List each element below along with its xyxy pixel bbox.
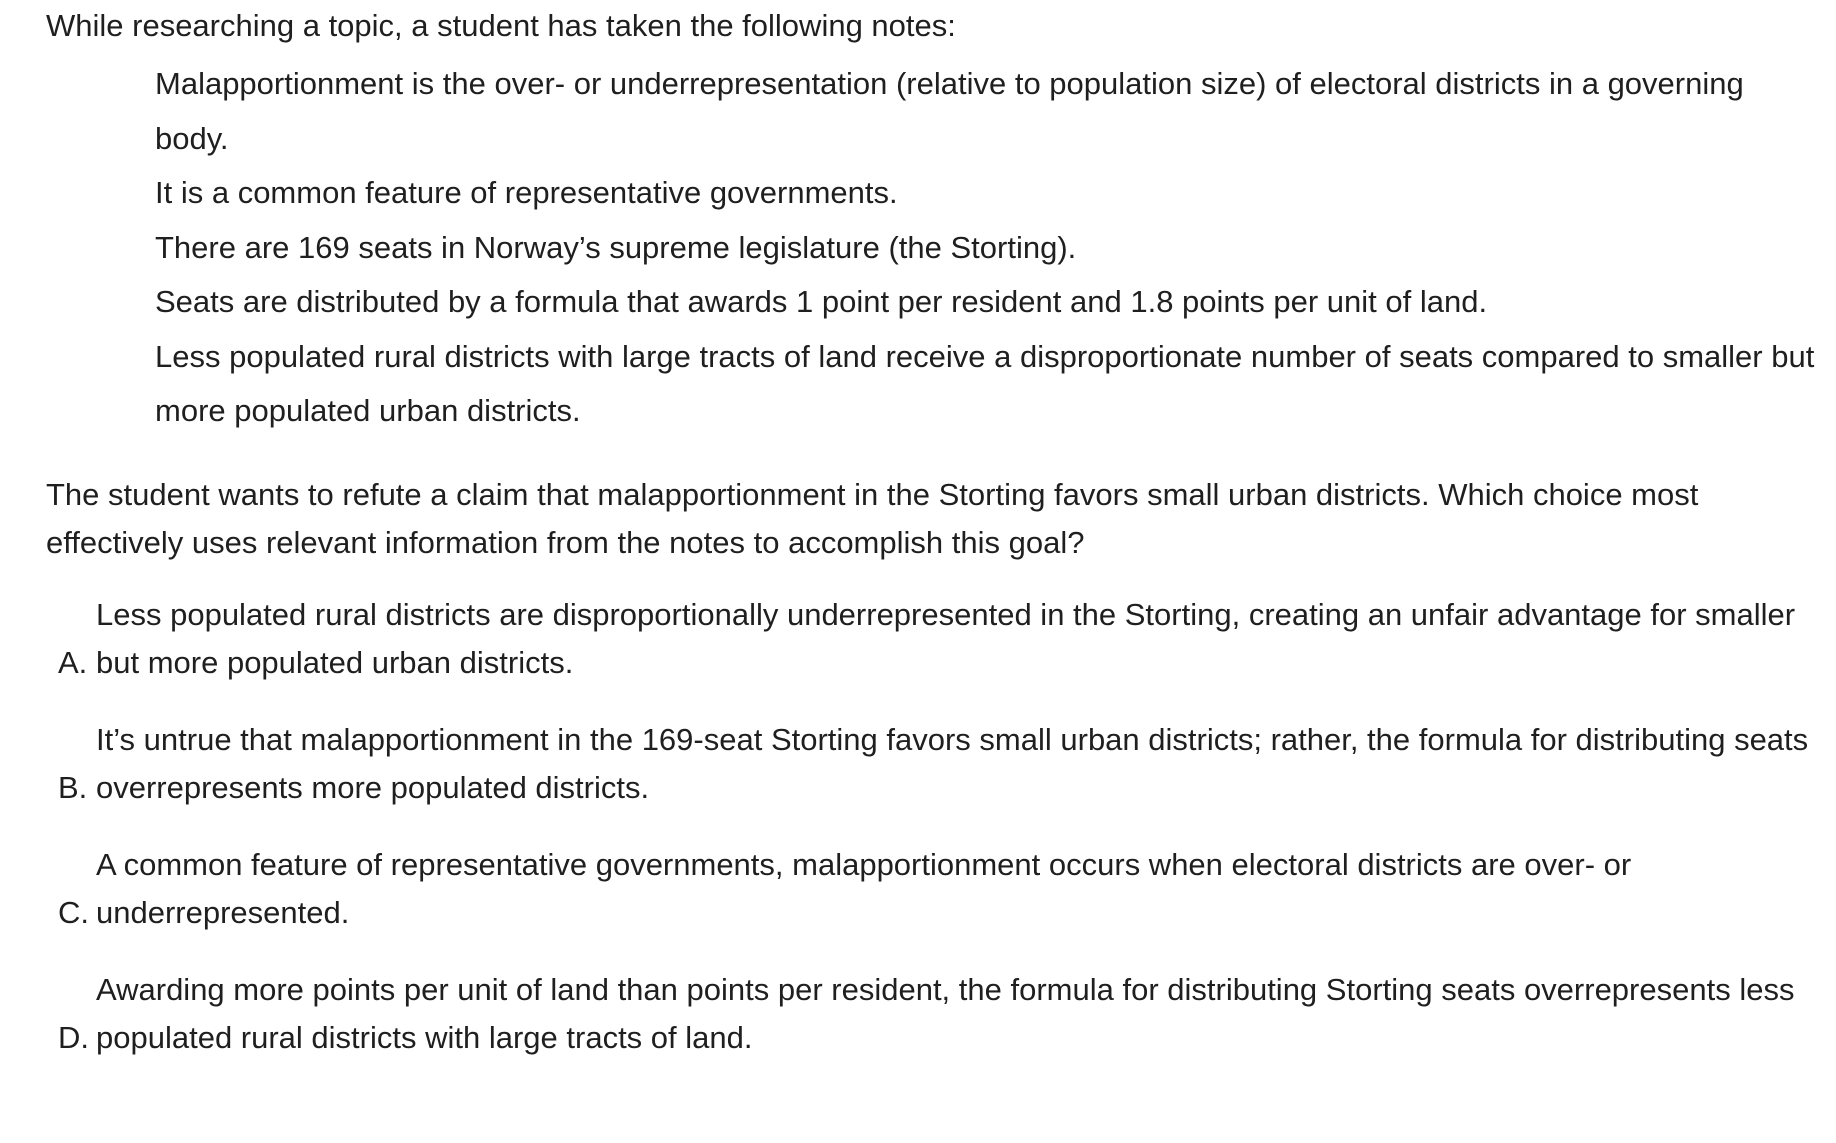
answer-choice-c[interactable]: C. A common feature of representative go… xyxy=(58,841,1828,936)
note-item: Malapportionment is the over- or underre… xyxy=(155,66,1744,156)
answer-choice-a[interactable]: A. Less populated rural districts are di… xyxy=(58,591,1828,686)
intro-text: While researching a topic, a student has… xyxy=(46,8,956,43)
choice-text: A common feature of representative gover… xyxy=(96,847,1632,930)
question-page: While researching a topic, a student has… xyxy=(0,0,1836,1143)
choice-text: Awarding more points per unit of land th… xyxy=(96,972,1795,1055)
note-item: Seats are distributed by a formula that … xyxy=(155,284,1488,319)
note-item: There are 169 seats in Norway’s supreme … xyxy=(155,229,1077,265)
note-item: It is a common feature of representative… xyxy=(155,175,898,210)
choice-letter: A. xyxy=(58,644,88,680)
choice-letter: D. xyxy=(58,1019,89,1055)
question-prompt: The student wants to refute a claim that… xyxy=(46,477,1699,560)
answer-choice-b[interactable]: B. It’s untrue that malapportionment in … xyxy=(58,716,1828,811)
notes-list: Malapportionment is the over- or underre… xyxy=(155,57,1815,439)
choice-text: It’s untrue that malapportionment in the… xyxy=(96,722,1809,805)
choice-letter: C. xyxy=(58,894,89,930)
answer-choice-d[interactable]: D. Awarding more points per unit of land… xyxy=(58,966,1828,1061)
note-item: Less populated rural districts with larg… xyxy=(155,338,1815,429)
choice-letter: B. xyxy=(58,769,88,805)
choice-text: Less populated rural districts are dispr… xyxy=(96,597,1796,680)
